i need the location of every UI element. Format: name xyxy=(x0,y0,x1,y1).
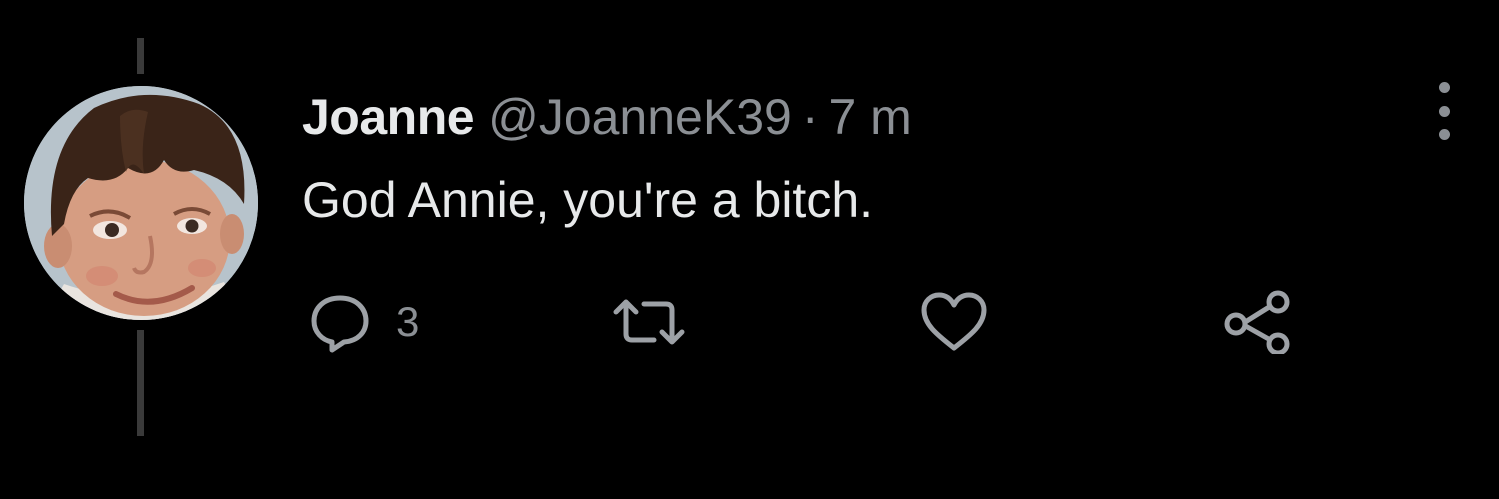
share-button[interactable] xyxy=(1222,290,1324,354)
meta-separator: · xyxy=(801,89,819,145)
timestamp[interactable]: 7 m xyxy=(828,86,911,148)
user-handle[interactable]: @JoanneK39 xyxy=(488,86,792,148)
more-options-button[interactable] xyxy=(1422,78,1466,144)
reply-count: 3 xyxy=(396,298,420,345)
display-name[interactable]: Joanne xyxy=(302,86,475,148)
vertical-more-icon-dot xyxy=(1438,129,1450,140)
thread-line-bottom xyxy=(137,330,144,436)
heart-icon xyxy=(921,292,987,351)
tweet-text: God Annie, you're a bitch. xyxy=(302,172,874,228)
share-icon xyxy=(1224,290,1290,354)
thread-line-top xyxy=(137,38,144,74)
reply-button[interactable]: 3 xyxy=(310,290,419,354)
retweet-button[interactable] xyxy=(606,290,718,354)
tweet-header: Joanne @JoanneK39 · 7 m xyxy=(302,86,912,148)
avatar[interactable] xyxy=(24,86,258,320)
vertical-more-icon xyxy=(1438,82,1450,93)
vertical-more-icon-dot xyxy=(1438,105,1450,117)
reply-bubble-icon xyxy=(311,295,369,353)
retweet-icon xyxy=(613,299,685,345)
avatar-photo xyxy=(24,86,258,320)
like-button[interactable] xyxy=(918,290,1016,354)
